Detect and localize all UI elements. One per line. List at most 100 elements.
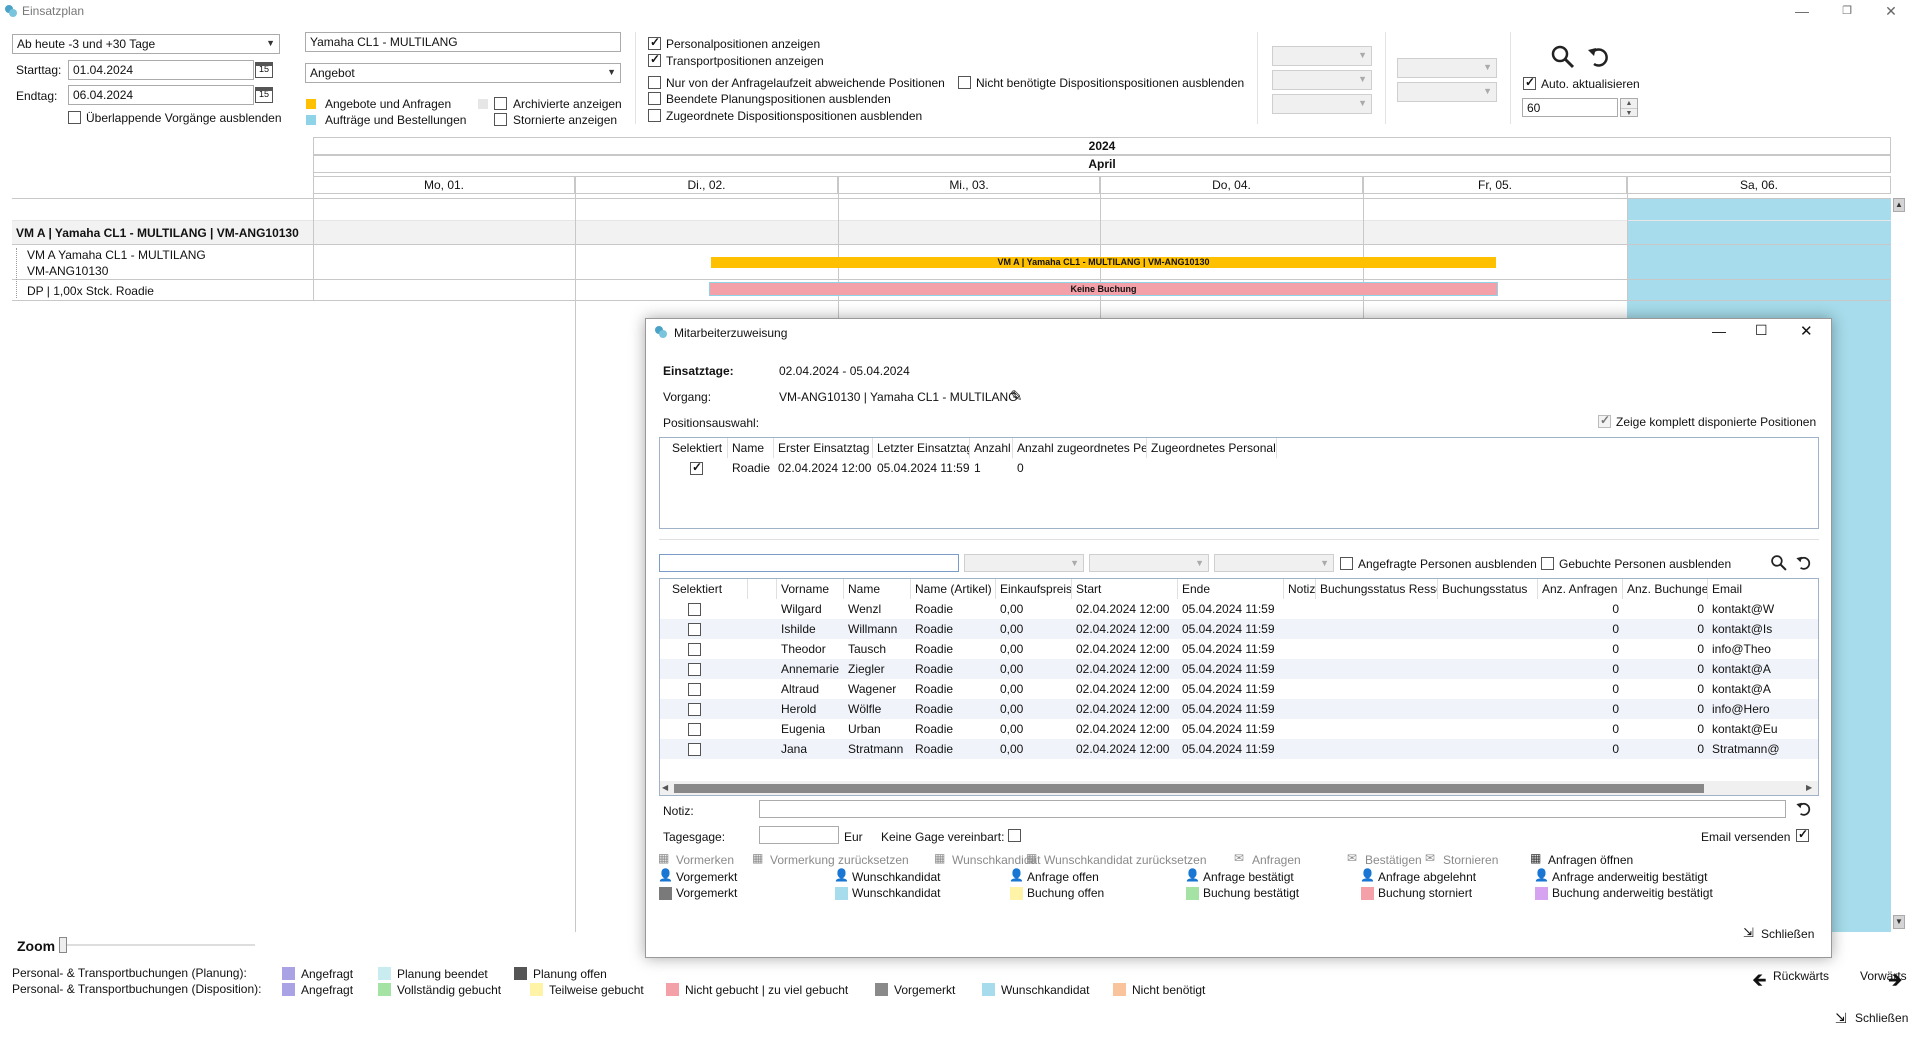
- staff-column-header[interactable]: Email: [1708, 579, 1818, 599]
- action-button[interactable]: Wunschkandidat zurücksetzen: [1044, 853, 1207, 867]
- staff-column-header[interactable]: Anz. Buchungen: [1623, 579, 1708, 599]
- calendar-icon[interactable]: ▦: [1026, 851, 1037, 865]
- mail-icon[interactable]: ✉: [1425, 851, 1435, 865]
- hide-finished-checkbox[interactable]: [648, 92, 661, 105]
- staff-select-checkbox[interactable]: [688, 603, 701, 616]
- calendar-icon[interactable]: ▦: [658, 851, 669, 865]
- staff-column-header[interactable]: Einkaufspreis: [996, 579, 1072, 599]
- filter-select-3[interactable]: ▼: [1272, 94, 1372, 114]
- action-button[interactable]: Bestätigen: [1365, 853, 1422, 867]
- dialog-minimize-button[interactable]: —: [1712, 323, 1726, 339]
- staff-column-header[interactable]: Anz. Anfragen: [1538, 579, 1623, 599]
- arrow-left-icon[interactable]: 🡸: [1752, 968, 1767, 998]
- action-button[interactable]: Vormerken: [676, 853, 734, 867]
- filter-select-4[interactable]: ▼: [1397, 58, 1497, 78]
- zoom-slider-thumb[interactable]: [59, 937, 67, 953]
- edit-icon[interactable]: ✎: [1010, 387, 1023, 405]
- refresh-icon[interactable]: [1795, 554, 1813, 572]
- show-complete-checkbox[interactable]: [1598, 413, 1611, 428]
- pos-column-header[interactable]: Name: [728, 438, 774, 458]
- dialog-close-text-button[interactable]: Schließen: [1761, 927, 1814, 941]
- overlap-checkbox[interactable]: [68, 111, 81, 124]
- staff-select-checkbox[interactable]: [688, 663, 701, 676]
- action-button[interactable]: Anfragen: [1252, 853, 1301, 867]
- staff-column-header[interactable]: [748, 579, 777, 599]
- interval-stepper[interactable]: ▲ ▼: [1620, 98, 1638, 117]
- pos-column-header[interactable]: Anzahl zugeordnetes Personal: [1013, 438, 1147, 458]
- staff-column-header[interactable]: Buchungsstatus Ressource: [1316, 579, 1438, 599]
- staff-column-header[interactable]: Name: [844, 579, 911, 599]
- pos-column-header[interactable]: Zugeordnetes Personal: [1147, 438, 1277, 458]
- scroll-down-icon[interactable]: ▼: [1893, 915, 1905, 929]
- cancelled-checkbox[interactable]: [494, 113, 507, 126]
- arrow-right-icon[interactable]: 🡺: [1888, 968, 1903, 998]
- staff-select-checkbox[interactable]: [688, 743, 701, 756]
- archived-checkbox[interactable]: [494, 97, 507, 110]
- filter-select-1[interactable]: ▼: [1272, 46, 1372, 66]
- hide-requested-checkbox[interactable]: [1340, 557, 1353, 570]
- pos-column-header[interactable]: Letzter Einsatztag: [873, 438, 970, 458]
- restore-button[interactable]: ❐: [1832, 2, 1862, 20]
- minimize-button[interactable]: —: [1787, 2, 1817, 20]
- type-select[interactable]: Angebot ▼: [305, 63, 621, 83]
- refresh-icon[interactable]: [1586, 44, 1612, 70]
- search-icon[interactable]: [1770, 554, 1788, 572]
- staff-column-header[interactable]: Ende: [1178, 579, 1284, 599]
- gantt-bar-no-booking[interactable]: Keine Buchung: [709, 282, 1498, 296]
- zoom-slider-track[interactable]: [67, 944, 255, 946]
- dialog-maximize-button[interactable]: ☐: [1755, 322, 1768, 339]
- show-transport-checkbox[interactable]: [648, 52, 661, 67]
- staff-column-header[interactable]: Notiz: [1284, 579, 1316, 599]
- staff-select-checkbox[interactable]: [688, 703, 701, 716]
- exit-icon[interactable]: ⇲: [1835, 1010, 1847, 1027]
- range-select[interactable]: Ab heute -3 und +30 Tage ▼: [12, 34, 280, 54]
- calendar-icon[interactable]: ▦: [1530, 851, 1541, 865]
- tagesgage-input[interactable]: [759, 826, 839, 844]
- hide-booked-checkbox[interactable]: [1541, 557, 1554, 570]
- pos-column-header[interactable]: Erster Einsatztag: [774, 438, 873, 458]
- staff-select-checkbox[interactable]: [688, 683, 701, 696]
- pos-select-checkbox[interactable]: [690, 460, 703, 475]
- staff-select-checkbox[interactable]: [688, 623, 701, 636]
- scroll-up-icon[interactable]: ▲: [1893, 198, 1905, 212]
- show-personnel-checkbox[interactable]: [648, 35, 661, 50]
- staff-select-checkbox[interactable]: [688, 643, 701, 656]
- hide-not-needed-checkbox[interactable]: [958, 76, 971, 89]
- horizontal-scrollbar[interactable]: ◀ ▶: [660, 781, 1818, 795]
- exit-icon[interactable]: ⇲: [1743, 925, 1754, 941]
- staff-filter-select-1[interactable]: ▼: [964, 554, 1084, 572]
- staff-column-header[interactable]: Name (Artikel): [911, 579, 996, 599]
- end-date-input[interactable]: 06.04.2024: [68, 85, 254, 105]
- search-icon[interactable]: [1550, 44, 1576, 70]
- scroll-right-icon[interactable]: ▶: [1806, 783, 1812, 792]
- splitter[interactable]: [659, 539, 1819, 540]
- staff-column-header[interactable]: Selektiert: [668, 579, 748, 599]
- staff-filter-select-3[interactable]: ▼: [1214, 554, 1334, 572]
- start-date-input[interactable]: 01.04.2024: [68, 60, 254, 80]
- pos-column-header[interactable]: Anzahl: [970, 438, 1013, 458]
- reset-icon[interactable]: [1795, 800, 1813, 818]
- calendar-icon[interactable]: 15: [255, 62, 273, 78]
- filter-select-2[interactable]: ▼: [1272, 70, 1372, 90]
- gantt-bar-offer[interactable]: VM A | Yamaha CL1 - MULTILANG | VM-ANG10…: [711, 257, 1496, 268]
- notiz-input[interactable]: [759, 800, 1786, 818]
- action-button[interactable]: Vormerkung zurücksetzen: [770, 853, 909, 867]
- staff-column-header[interactable]: Buchungsstatus: [1438, 579, 1538, 599]
- close-main-button[interactable]: Schließen: [1855, 1011, 1908, 1025]
- calendar-icon[interactable]: ▦: [934, 851, 945, 865]
- pos-column-header[interactable]: Selektiert: [668, 438, 728, 458]
- calendar-icon[interactable]: ▦: [752, 851, 763, 865]
- mail-icon[interactable]: ✉: [1234, 851, 1244, 865]
- search-input[interactable]: Yamaha CL1 - MULTILANG: [305, 32, 621, 52]
- action-button[interactable]: Anfragen öffnen: [1548, 853, 1633, 867]
- calendar-icon[interactable]: 15: [255, 87, 273, 103]
- email-senden-checkbox[interactable]: [1796, 827, 1809, 842]
- action-button[interactable]: Stornieren: [1443, 853, 1498, 867]
- scroll-left-icon[interactable]: ◀: [662, 783, 668, 792]
- keine-gage-checkbox[interactable]: [1008, 829, 1021, 842]
- staff-column-header[interactable]: Start: [1072, 579, 1178, 599]
- dialog-close-button[interactable]: ✕: [1800, 322, 1813, 340]
- stepper-up-icon[interactable]: ▲: [1621, 99, 1637, 109]
- staff-filter-select-2[interactable]: ▼: [1089, 554, 1209, 572]
- staff-select-checkbox[interactable]: [688, 723, 701, 736]
